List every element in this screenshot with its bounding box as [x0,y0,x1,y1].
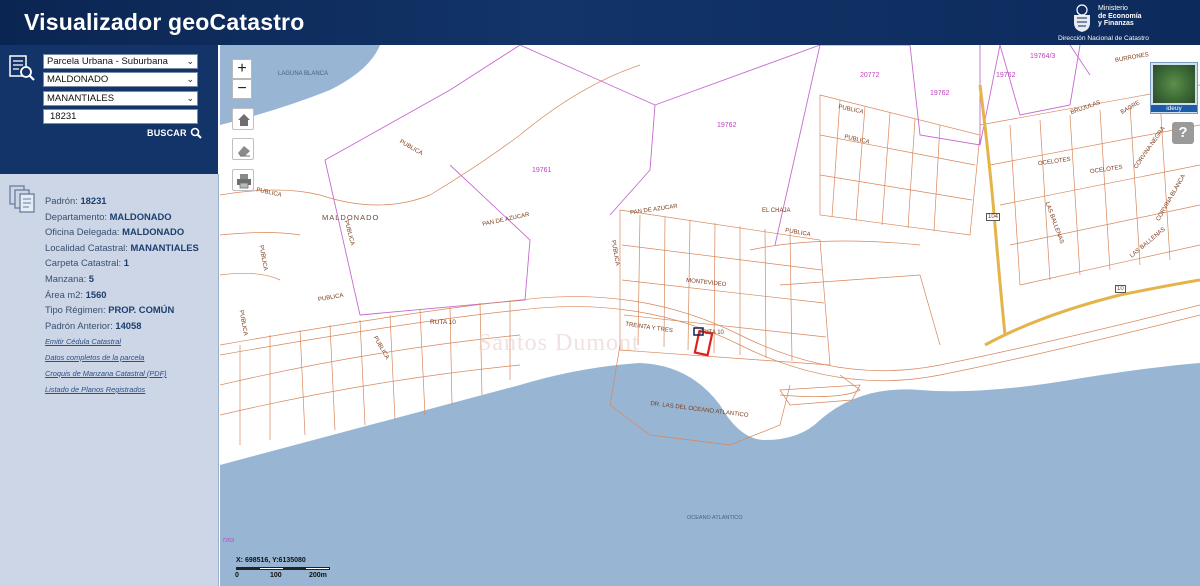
chevron-down-icon: ⌄ [186,93,194,103]
ministry-logo: Ministerio de Economía y Finanzas Direcc… [1058,3,1178,43]
locality-select[interactable]: MANANTIALES ⌄ [43,91,198,106]
parcel-info-panel: Padrón: 18231 Departamento: MALDONADO Ofic… [0,174,219,586]
printer-icon [237,174,251,189]
department-select[interactable]: MALDONADO ⌄ [43,72,198,87]
header-bar: Visualizador geoCatastro Ministerio de E… [0,0,1200,45]
info-label: Oficina Delegada: [45,226,120,238]
info-value: MALDONADO [122,226,185,238]
info-value: 1 [123,257,129,269]
scale-bar: 0 100 200m [235,567,336,581]
ministry-line-2: de Economía [1098,12,1142,20]
ministry-subtitle: Dirección Nacional de Catastro [1058,35,1149,42]
app-title: Visualizador geoCatastro [24,9,305,35]
zoom-in-button[interactable]: + [232,59,252,79]
info-value: PROP. COMÚN [108,304,175,316]
map-label: RUTA 10 [700,330,724,336]
coordinates-readout: X: 698516, Y:6135080 [236,557,306,564]
app-window: Visualizador geoCatastro Ministerio de E… [0,0,1200,586]
overview-map-label: ideuy [1151,105,1197,112]
scale-bar-graphic [236,567,330,570]
search-button[interactable]: BUSCAR [147,127,202,141]
map-label: RUTA 10 [430,319,456,326]
ocean-area [220,363,1200,586]
info-label: Área m2: [45,288,84,300]
map-label: EL CHAJA [762,208,791,214]
info-label: Localidad Catastral: [45,241,128,253]
info-row: Tipo Régimen: PROP. COMÚN [45,304,174,315]
info-label: Carpeta Catastral: [45,257,122,269]
info-value: 14058 [115,319,142,331]
cadastral-map [220,45,1200,586]
scale-label: 200m [309,572,327,579]
info-value: MALDONADO [109,210,172,222]
search-icon [190,127,202,139]
parcel-type-value: Parcela Urbana - Suburbana [47,56,168,67]
info-row: Área m2: 1560 [45,289,107,300]
info-row: Oficina Delegada: MALDONADO [45,226,184,237]
parcel-number-label: 20772 [860,72,880,79]
chevron-down-icon: ⌄ [186,74,194,84]
overview-map-thumbnail [1153,65,1195,103]
scale-label: 0 [235,572,239,579]
map-view[interactable]: LAGUNA BLANCA MALDONADO RUTA 10 RUTA 10 … [220,45,1200,586]
info-row: Carpeta Catastral: 1 [45,257,129,268]
info-label: Padrón: [45,195,78,206]
ministry-line-1: Ministerio [1098,5,1128,12]
chevron-down-icon: ⌄ [186,56,194,66]
search-button-label: BUSCAR [147,128,187,138]
parcel-number-label: 19762 [930,90,950,97]
map-label: MALDONADO [322,213,380,222]
eraser-button[interactable] [232,138,254,160]
map-label: LAGUNA BLANCA [278,71,329,77]
ministry-line-3: y Finanzas [1098,20,1134,27]
ministry-name: Ministerio de Economía y Finanzas [1098,5,1142,28]
watermark-text: Santos Dumont [478,330,640,356]
info-row: Manzana: 5 [45,273,94,284]
info-label: Padrón Anterior: [45,319,113,331]
info-value: 5 [88,273,94,284]
registered-plans-link[interactable]: Listado de Planos Registrados [45,385,145,394]
department-value: MALDONADO [47,74,109,85]
print-button[interactable] [232,169,254,191]
search-panel: Parcela Urbana - Suburbana ⌄ MALDONADO ⌄… [0,45,219,174]
info-row: Padrón Anterior: 14058 [45,320,141,331]
map-label: OCEANO ATLANTICO [687,515,743,521]
parcel-number-label: 19762 [717,122,737,129]
info-value: 1560 [85,288,107,300]
info-row: Localidad Catastral: MANANTIALES [45,242,199,253]
search-document-icon [9,55,35,81]
info-value: 18231 [80,195,107,206]
route-shield-10: 10 [1115,285,1126,293]
eraser-icon [238,146,250,157]
shield-seal-icon [1074,4,1090,32]
parcel-number-label: 19764/3 [1030,53,1056,60]
info-row: Departamento: MALDONADO [45,211,172,222]
home-button[interactable] [232,108,254,130]
scale-label: 100 [270,572,282,579]
info-label: Departamento: [45,210,108,222]
route-shield-104: 104 [986,213,1001,221]
parcel-number-label: 19762 [996,72,1016,79]
corner-parcel-label: 7203 [222,538,235,544]
block-sketch-pdf-link[interactable]: Croquis de Manzana Catastral (PDF) [45,369,167,378]
info-value: MANANTIALES [130,241,199,253]
info-row: Padrón: 18231 [45,195,107,206]
documents-icon [9,185,35,213]
home-icon [238,114,250,126]
parcel-details-link[interactable]: Datos completos de la parcela [45,353,144,362]
parcel-type-select[interactable]: Parcela Urbana - Suburbana ⌄ [43,54,198,69]
help-button[interactable]: ? [1172,122,1194,144]
info-label: Manzana: [45,273,87,284]
emit-cedula-link[interactable]: Emitir Cédula Catastral [45,337,121,346]
padron-input[interactable]: 18231 [43,109,198,124]
parcel-number-label: 19761 [532,167,552,174]
zoom-out-button[interactable]: − [232,79,252,99]
locality-value: MANANTIALES [47,93,115,104]
info-label: Tipo Régimen: [45,304,106,316]
overview-map-toggle[interactable]: ideuy [1150,62,1198,114]
